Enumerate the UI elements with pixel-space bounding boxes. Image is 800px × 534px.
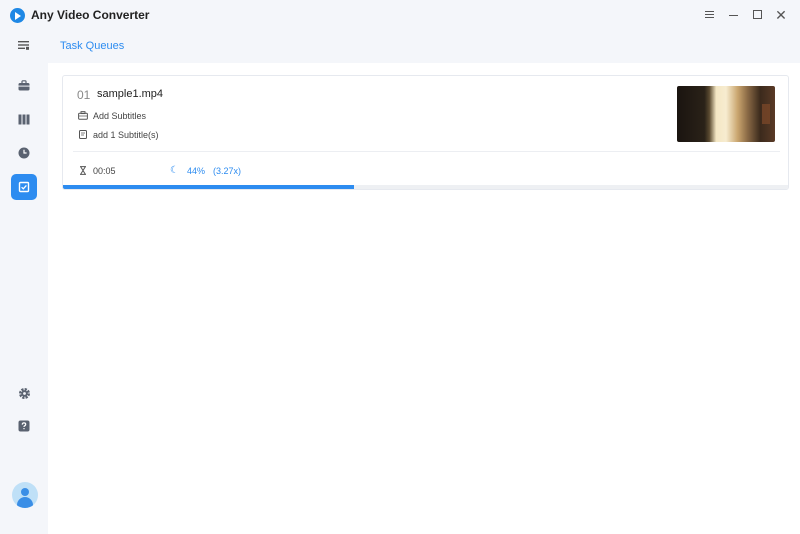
sidebar-item-history[interactable] — [11, 140, 37, 166]
avatar-head — [21, 488, 29, 496]
sidebar-item-help[interactable] — [11, 413, 37, 439]
minimize-button[interactable] — [726, 7, 742, 23]
app-logo-icon — [10, 8, 25, 23]
window-menu-button[interactable] — [702, 7, 718, 23]
help-icon — [18, 420, 30, 432]
app-title: Any Video Converter — [31, 8, 150, 22]
task-card[interactable]: 01 sample1.mp4 Add Subtitles add 1 Subti… — [62, 75, 789, 190]
close-button[interactable]: ✕ — [773, 7, 789, 23]
progress-percent: 44% — [187, 166, 206, 176]
spinner-icon: ☾ — [170, 165, 179, 176]
toolbox-icon — [18, 79, 30, 90]
elapsed-time: 00:05 — [93, 166, 116, 176]
title-bar: Any Video Converter ✕ — [0, 0, 800, 30]
gear-icon — [18, 387, 30, 399]
task-icon — [18, 181, 30, 193]
clock-icon — [18, 147, 30, 159]
sidebar-item-task-queues[interactable] — [11, 174, 37, 200]
sidebar-item-edit[interactable] — [11, 106, 37, 132]
subtitle-icon — [78, 111, 88, 120]
add-subtitles-button[interactable]: Add Subtitles — [93, 111, 146, 121]
task-filename: sample1.mp4 — [97, 88, 164, 100]
progress-fill — [63, 185, 354, 189]
sidebar-item-settings[interactable] — [11, 380, 37, 406]
sidebar-item-convert[interactable] — [11, 72, 37, 98]
columns-icon — [18, 114, 30, 124]
card-divider — [73, 151, 780, 152]
task-index: 01 — [77, 88, 91, 102]
document-icon — [79, 130, 87, 139]
progress-track — [63, 185, 788, 189]
conversion-speed: (3.27x) — [213, 166, 242, 176]
avatar-body — [17, 497, 33, 508]
menu-icon — [18, 41, 29, 50]
user-avatar[interactable] — [12, 482, 38, 508]
subtitle-count: add 1 Subtitle(s) — [93, 130, 159, 140]
hourglass-icon — [80, 166, 86, 175]
maximize-button[interactable] — [750, 7, 766, 23]
video-thumbnail — [677, 86, 775, 142]
sidebar-menu-toggle[interactable] — [11, 32, 37, 58]
page-title: Task Queues — [60, 40, 125, 52]
